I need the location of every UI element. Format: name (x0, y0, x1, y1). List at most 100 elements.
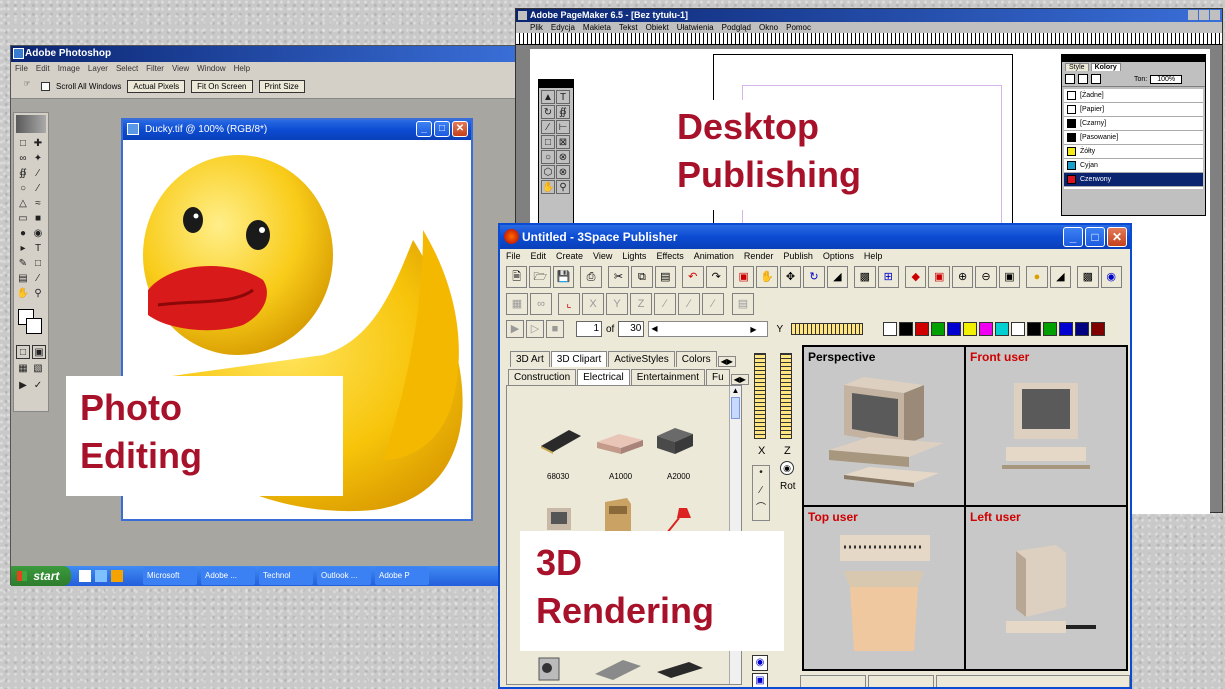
menu-edit[interactable]: Edit (36, 64, 50, 73)
s3-menu-lights[interactable]: Lights (622, 251, 646, 261)
pm-polygon-frame-icon[interactable]: ⊗ (556, 165, 570, 179)
quick-launch-media-icon[interactable] (111, 570, 123, 582)
save-icon[interactable]: 💾 (552, 266, 575, 288)
play-icon[interactable]: ▶ (506, 320, 524, 338)
tab-electrical[interactable]: Electrical (577, 369, 630, 385)
axis-xz-icon[interactable]: ∕ (678, 293, 700, 315)
space3d-close-icon[interactable]: ✕ (1107, 227, 1127, 247)
axis-y-icon[interactable]: Y (606, 293, 628, 315)
clip-a1000-icon[interactable] (595, 428, 645, 458)
pm-pointer-icon[interactable]: ▲ (541, 90, 555, 104)
menu-window[interactable]: Window (197, 64, 225, 73)
pm-menu-edycja[interactable]: Edycja (551, 23, 575, 32)
axis-x-icon[interactable]: X (582, 293, 604, 315)
pagemaker-titlebar[interactable]: Adobe PageMaker 6.5 - [Bez tytułu-1] (516, 9, 1222, 22)
path-select-icon[interactable]: ▸ (16, 242, 30, 256)
both-icon[interactable] (1091, 74, 1101, 84)
color-row[interactable]: Czerwony (1064, 173, 1203, 187)
axis-lock-icon[interactable]: ▤ (732, 293, 754, 315)
pm-line-icon[interactable]: ∕ (541, 120, 555, 134)
pagemaker-window-buttons[interactable] (1188, 10, 1220, 20)
taskbar-item-adobe[interactable]: Adobe ... (201, 567, 255, 585)
light-icon[interactable]: ● (1026, 266, 1048, 288)
tab-construction[interactable]: Construction (508, 369, 577, 385)
frame-scroll-right-icon[interactable]: ▶ (750, 325, 756, 334)
pm-crop-icon[interactable]: ∯ (556, 105, 570, 119)
taskbar-item-adobe-p[interactable]: Adobe P (375, 567, 429, 585)
redo-icon[interactable]: ↷ (705, 266, 727, 288)
move-tool-icon[interactable]: ✚ (31, 137, 45, 151)
pm-ellipse-frame-icon[interactable]: ⊗ (556, 150, 570, 164)
print-icon[interactable]: ⎙ (580, 266, 602, 288)
maximize-icon[interactable]: □ (434, 121, 450, 137)
background-color[interactable] (26, 318, 42, 334)
y-slider[interactable] (791, 323, 864, 335)
pm-menu-okno[interactable]: Okno (759, 23, 778, 32)
taskbar-item-microsoft[interactable]: Microsoft (143, 567, 197, 585)
screen-mode-1-icon[interactable]: ▦ (16, 362, 30, 376)
zoom-region-icon[interactable]: ◆ (905, 266, 927, 288)
x-slider[interactable] (754, 353, 766, 439)
paste-icon[interactable]: ▤ (654, 266, 677, 288)
s3-menu-view[interactable]: View (593, 251, 612, 261)
point-tool-icon[interactable]: • (753, 466, 769, 484)
s3-menu-file[interactable]: File (506, 251, 521, 261)
color-row[interactable]: [Papier] (1064, 103, 1203, 117)
axis-xy-icon[interactable]: ∕ (654, 293, 676, 315)
clip-a2000-icon[interactable] (653, 422, 697, 458)
pm-polygon-icon[interactable]: ⬡ (541, 165, 555, 179)
blur-tool-icon[interactable]: ● (16, 227, 30, 241)
pm-text-icon[interactable]: T (556, 90, 570, 104)
cube-icon[interactable]: ▣ (752, 673, 768, 687)
tab-3d-art[interactable]: 3D Art (510, 351, 550, 367)
axis-snap-icon[interactable]: ∞ (530, 293, 552, 315)
notes-tool-icon[interactable]: ▤ (16, 272, 30, 286)
crop-tool-icon[interactable]: ∯ (16, 167, 30, 181)
zoom-fit-icon[interactable]: ▣ (998, 266, 1021, 288)
lasso-tool-icon[interactable]: ∞ (16, 152, 30, 166)
clip-chip-icon[interactable] (655, 658, 705, 682)
clip-board-icon[interactable] (593, 656, 643, 684)
duck-document-titlebar[interactable]: Ducky.tif @ 100% (RGB/8*) _ □ ✕ (123, 120, 471, 140)
pm-rect-icon[interactable]: □ (541, 135, 555, 149)
scale-object-icon[interactable]: ◢ (826, 266, 849, 288)
healing-tool-icon[interactable]: ○ (16, 182, 30, 196)
tab-3d-clipart[interactable]: 3D Clipart (550, 351, 608, 367)
view-quad-icon[interactable]: ⊞ (877, 266, 899, 288)
menu-image[interactable]: Image (58, 64, 80, 73)
history-brush-icon[interactable]: ≈ (31, 197, 45, 211)
palette-color-swatch[interactable] (947, 322, 962, 336)
line-tool-icon[interactable]: ∕ (753, 484, 769, 502)
viewport-front[interactable]: Front user (964, 345, 1128, 507)
screen-mode-2-icon[interactable]: ▧ (31, 362, 45, 376)
tab-activestyles[interactable]: ActiveStyles (608, 351, 675, 367)
photoshop-titlebar[interactable]: Adobe Photoshop (11, 46, 519, 62)
menu-help[interactable]: Help (234, 64, 250, 73)
stroke-icon[interactable] (1065, 74, 1075, 84)
zoom-in-icon[interactable]: ⊕ (951, 266, 974, 288)
axis-z-icon[interactable]: Z (630, 293, 652, 315)
color-tool-icon[interactable]: ▣ (732, 266, 755, 288)
copy-icon[interactable]: ⧉ (631, 266, 653, 288)
space3d-titlebar[interactable]: Untitled - 3Space Publisher _ □ ✕ (500, 225, 1130, 249)
dodge-tool-icon[interactable]: ◉ (31, 227, 45, 241)
pm-menu-makieta[interactable]: Makieta (583, 23, 611, 32)
axis-xyz-icon[interactable]: ⌞ (558, 293, 580, 315)
space3d-maximize-icon[interactable]: □ (1085, 227, 1105, 247)
s3-menu-help[interactable]: Help (864, 251, 883, 261)
palette-tab-kolory[interactable]: Kolory (1090, 63, 1121, 71)
zoom-icon[interactable]: ⚲ (31, 287, 45, 301)
pm-menu-pomoc[interactable]: Pomoc (786, 23, 811, 32)
frame-input[interactable]: 1 (576, 321, 602, 337)
tabs2-scroll-icon[interactable]: ◀▶ (730, 374, 749, 385)
menu-layer[interactable]: Layer (88, 64, 108, 73)
palette-color-swatch[interactable] (1011, 322, 1026, 336)
color-row[interactable]: Cyjan (1064, 159, 1203, 173)
z-slider[interactable] (780, 353, 792, 439)
palette-color-swatch[interactable] (979, 322, 994, 336)
frame-total-input[interactable]: 30 (618, 321, 645, 337)
minimize-icon[interactable]: _ (416, 121, 432, 137)
palette-color-swatch[interactable] (1059, 322, 1074, 336)
brush-tool-icon[interactable]: ⁄ (31, 182, 45, 196)
color-palette-strip[interactable] (883, 322, 1107, 336)
